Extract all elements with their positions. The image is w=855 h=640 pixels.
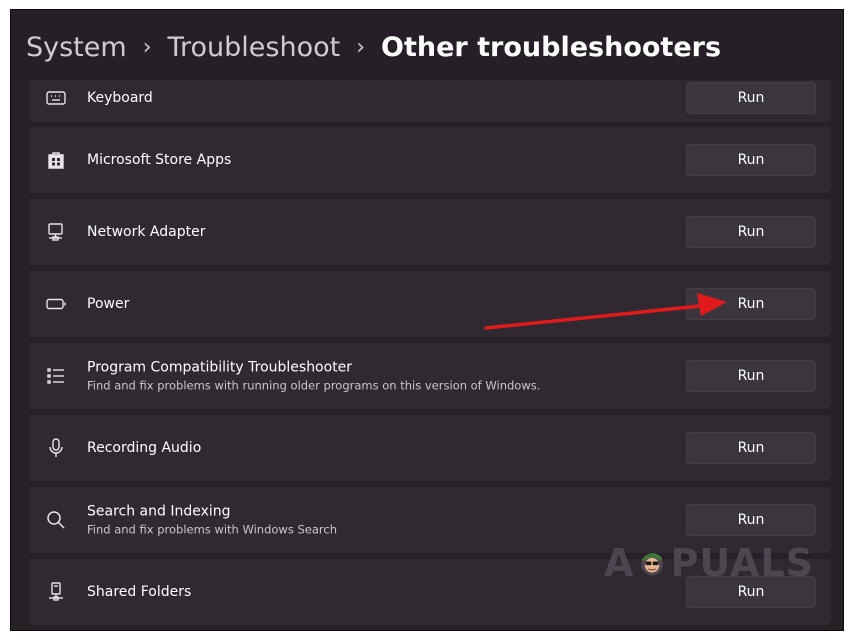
header: System › Troubleshoot › Other troublesho… [11, 10, 843, 80]
mascot-logo [641, 553, 664, 576]
breadcrumb-troubleshoot[interactable]: Troubleshoot [168, 30, 341, 66]
network-adapter-icon [45, 221, 67, 243]
watermark-text-right: PUALS [670, 541, 814, 585]
row-title: Search and Indexing [87, 503, 231, 520]
row-title: Recording Audio [87, 440, 202, 456]
row-text: Recording Audio [87, 439, 201, 457]
row-text: Shared Folders [87, 583, 191, 601]
keyboard-icon [45, 87, 67, 109]
chevron-right-icon: › [356, 35, 366, 60]
breadcrumb-system[interactable]: System [26, 30, 127, 66]
troubleshooter-row-microsoft-store-apps: Microsoft Store Apps Run [29, 127, 831, 193]
troubleshooter-row-program-compatibility: Program Compatibility Troubleshooter Fin… [29, 343, 831, 409]
store-icon [45, 149, 67, 171]
run-button-program-compatibility[interactable]: Run [686, 360, 816, 392]
appuals-watermark: A PUALS [604, 538, 814, 588]
run-button-keyboard[interactable]: Run [686, 82, 816, 114]
row-text: Search and Indexing Find and fix problem… [87, 503, 337, 538]
row-description: Find and fix problems with running older… [87, 378, 541, 393]
shared-folder-icon [45, 581, 67, 603]
list-icon [45, 365, 67, 387]
troubleshooter-row-network-adapter: Network Adapter Run [29, 199, 831, 265]
troubleshooter-row-recording-audio: Recording Audio Run [29, 415, 831, 481]
breadcrumb: System › Troubleshoot › Other troublesho… [26, 30, 721, 66]
microphone-icon [45, 437, 67, 459]
row-title: Microsoft Store Apps [87, 152, 232, 168]
row-text: Power [87, 295, 129, 313]
row-title: Program Compatibility Troubleshooter [87, 359, 353, 376]
row-description: Find and fix problems with Windows Searc… [87, 522, 337, 537]
run-button-microsoft-store-apps[interactable]: Run [686, 144, 816, 176]
row-title: Keyboard [87, 90, 153, 106]
row-text: Microsoft Store Apps [87, 151, 231, 169]
troubleshooter-row-keyboard: Keyboard Run [29, 80, 831, 122]
page-title: Other troubleshooters [381, 32, 722, 63]
search-icon [45, 509, 67, 531]
run-button-network-adapter[interactable]: Run [686, 216, 816, 248]
watermark-text-left: A [604, 541, 635, 585]
row-title: Power [87, 296, 130, 312]
battery-icon [45, 293, 67, 315]
row-text: Keyboard [87, 89, 153, 107]
run-button-search-and-indexing[interactable]: Run [686, 504, 816, 536]
chevron-right-icon: › [142, 35, 152, 60]
row-text: Network Adapter [87, 223, 205, 241]
troubleshooter-row-power: Power Run [29, 271, 831, 337]
run-button-power[interactable]: Run [686, 288, 816, 320]
row-text: Program Compatibility Troubleshooter Fin… [87, 359, 540, 394]
row-title: Shared Folders [87, 584, 192, 600]
row-title: Network Adapter [87, 224, 206, 240]
run-button-recording-audio[interactable]: Run [686, 432, 816, 464]
